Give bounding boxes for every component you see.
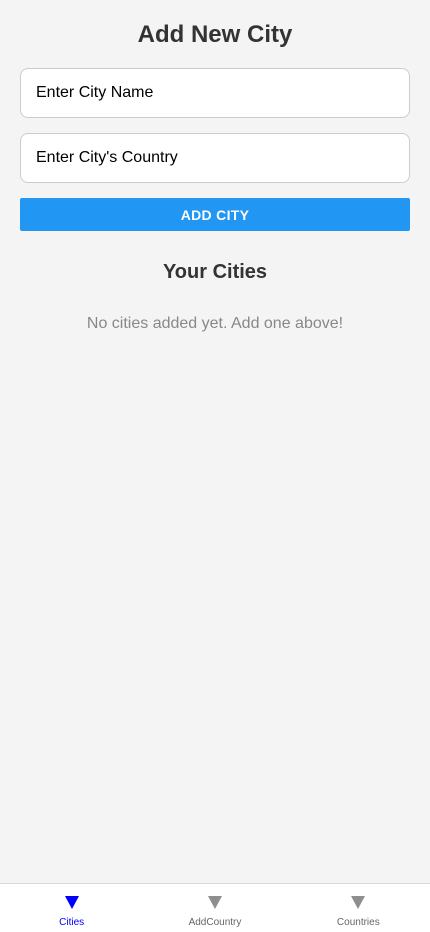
triangle-down-icon — [207, 896, 222, 909]
your-cities-heading: Your Cities — [162, 261, 268, 283]
tab-add-country[interactable]: AddCountry — [143, 884, 286, 932]
page-title: Add New City — [137, 21, 293, 48]
city-name-input[interactable] — [20, 68, 410, 118]
add-city-button[interactable]: ADD CITY — [20, 198, 410, 231]
city-country-input[interactable] — [20, 133, 410, 183]
tab-cities[interactable]: Cities — [0, 884, 143, 932]
empty-state-message: No cities added yet. Add one above! — [86, 315, 344, 332]
triangle-down-icon — [64, 896, 79, 909]
tab-label: Cities — [59, 917, 85, 928]
tab-label: Countries — [336, 917, 380, 928]
tab-label: AddCountry — [188, 917, 242, 928]
add-city-screen: Add New City ADD CITY Your Cities No cit… — [0, 0, 430, 883]
tab-countries[interactable]: Countries — [287, 884, 430, 932]
bottom-tab-bar: Cities AddCountry Countries — [0, 883, 430, 932]
triangle-down-icon — [351, 896, 366, 909]
